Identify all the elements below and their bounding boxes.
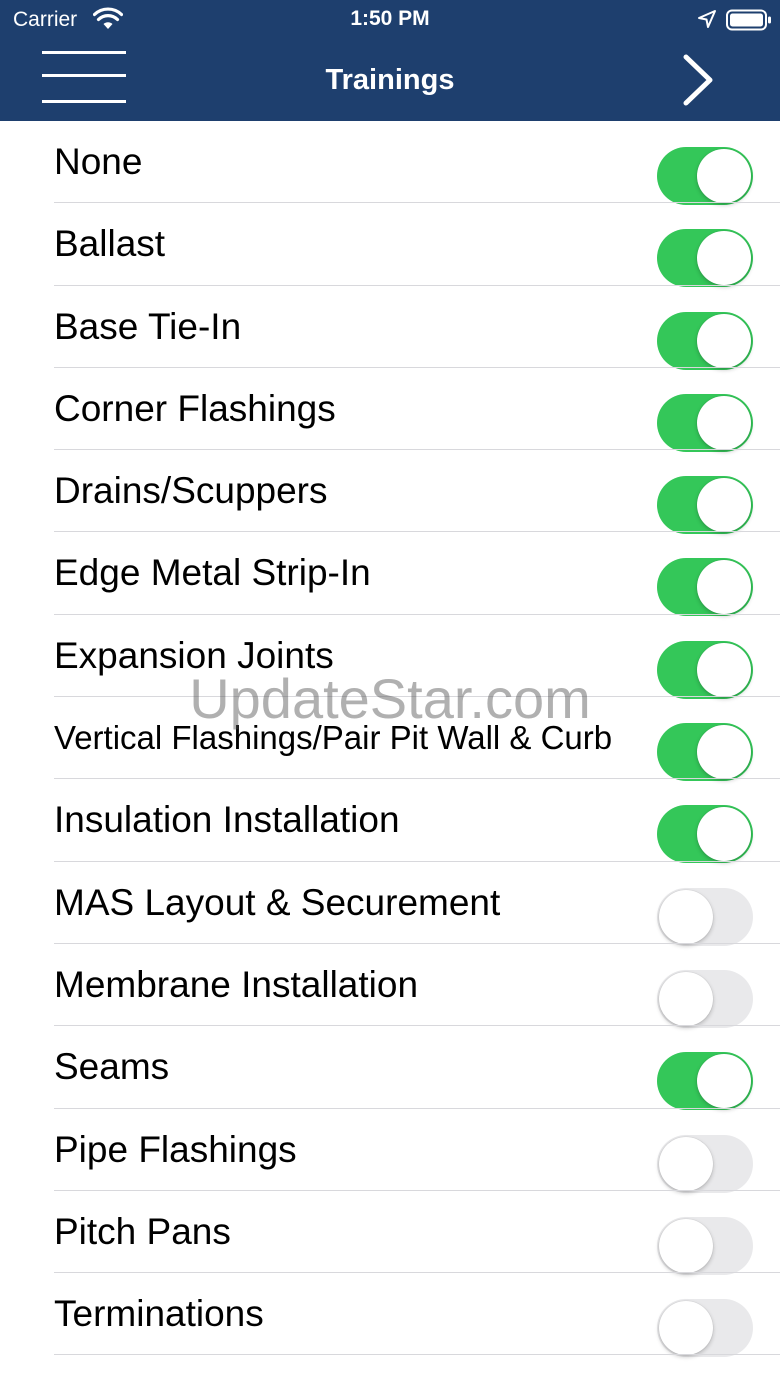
training-row: MAS Layout & Securement [0, 862, 780, 946]
toggle-knob [697, 478, 751, 533]
training-row: Membrane Installation [0, 944, 780, 1028]
training-label: Insulation Installation [54, 799, 400, 841]
training-row: Base Tie-In [0, 286, 780, 370]
training-row: Seams [0, 1026, 780, 1111]
training-toggle[interactable] [657, 969, 753, 1028]
training-toggle[interactable] [657, 393, 753, 452]
trainings-list: None Ballast Base Tie-In Corner Flashings Dr… [0, 121, 780, 1358]
training-label: Drains/Scuppers [54, 470, 328, 512]
training-label: Pitch Pans [54, 1210, 231, 1252]
training-toggle[interactable] [657, 558, 753, 617]
training-row: Pipe Flashings [0, 1109, 780, 1193]
training-row: Drains/Scuppers [0, 450, 780, 535]
training-label: Edge Metal Strip-In [54, 552, 371, 594]
toggle-knob [697, 1054, 751, 1109]
page-title: Trainings [325, 64, 455, 96]
training-toggle[interactable] [657, 723, 753, 782]
training-toggle[interactable] [657, 476, 753, 535]
training-toggle[interactable] [657, 147, 753, 205]
toggle-knob [659, 971, 713, 1026]
training-label: Terminations [54, 1293, 264, 1335]
training-row: Pitch Pans [0, 1191, 780, 1275]
training-row: Expansion Joints [0, 615, 780, 699]
training-label: Ballast [54, 223, 166, 265]
toggle-knob [697, 231, 751, 286]
training-label: None [54, 141, 143, 182]
battery-icon [726, 9, 771, 31]
toggle-knob [697, 725, 751, 780]
toggle-knob [659, 1301, 713, 1356]
location-arrow-icon [698, 10, 716, 28]
row-divider [54, 1354, 780, 1356]
training-row: Insulation Installation [0, 779, 780, 864]
toggle-knob [659, 1136, 713, 1191]
training-toggle[interactable] [657, 1299, 753, 1358]
toggle-knob [659, 1218, 713, 1273]
toggle-knob [697, 642, 751, 697]
training-toggle[interactable] [657, 311, 753, 370]
training-toggle[interactable] [657, 805, 753, 864]
training-toggle[interactable] [657, 229, 753, 288]
training-label: Seams [54, 1046, 170, 1088]
training-toggle[interactable] [657, 1134, 753, 1193]
training-label: MAS Layout & Securement [54, 881, 501, 923]
toggle-knob [659, 889, 713, 944]
training-toggle[interactable] [657, 1216, 753, 1275]
chevron-right-icon[interactable] [678, 52, 718, 108]
training-toggle[interactable] [657, 1052, 753, 1111]
trainings-screen: Carrier 1:50 PM Trainings None Ballast B… [0, 0, 780, 1387]
toggle-knob [697, 395, 751, 450]
training-row: Edge Metal Strip-In [0, 532, 780, 617]
training-label: Expansion Joints [54, 634, 334, 676]
training-label: Vertical Flashings/Pair Pit Wall & Curb [54, 719, 613, 757]
status-bar: Carrier 1:50 PM [0, 0, 780, 40]
training-label: Corner Flashings [54, 387, 336, 429]
navigation-bar: Carrier 1:50 PM Trainings [0, 0, 780, 121]
training-label: Base Tie-In [54, 305, 242, 347]
menu-bar-top [42, 51, 126, 54]
toggle-knob [697, 149, 751, 203]
status-time: 1:50 PM [350, 7, 430, 30]
training-row: Corner Flashings [0, 368, 780, 452]
training-row: Vertical Flashings/Pair Pit Wall & Curb [0, 697, 780, 782]
toggle-knob [697, 560, 751, 615]
menu-bar-bottom [42, 100, 126, 103]
toggle-knob [697, 807, 751, 862]
training-toggle[interactable] [657, 640, 753, 699]
training-label: Pipe Flashings [54, 1128, 297, 1170]
training-toggle[interactable] [657, 887, 753, 946]
training-row: None [0, 121, 780, 205]
training-row: Ballast [0, 203, 780, 288]
training-row: Terminations [0, 1273, 780, 1358]
training-label: Membrane Installation [54, 963, 419, 1005]
toggle-knob [697, 313, 751, 368]
